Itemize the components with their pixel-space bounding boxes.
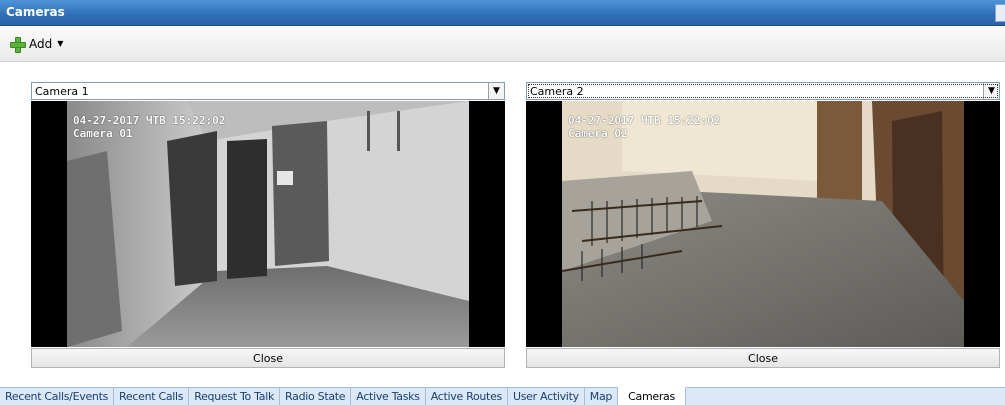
camera-video-1: 04-27-2017 ЧТВ 15:22:02 Camera 01 bbox=[31, 101, 505, 347]
bottom-tab-bar: Recent Calls/Events Recent Calls Request… bbox=[0, 387, 1005, 405]
camera-video-2: 04-27-2017 ЧТВ 15:22:02 Camera 02 bbox=[526, 101, 1000, 347]
tab-map[interactable]: Map bbox=[585, 388, 619, 405]
camera-select-value: Camera 2 bbox=[530, 84, 584, 98]
tab-user-activity[interactable]: User Activity bbox=[508, 388, 585, 405]
camera-select-value: Camera 1 bbox=[35, 84, 89, 98]
osd-camera-name: Camera 02 bbox=[568, 127, 628, 140]
camera-select-1[interactable]: Camera 1 ▼ bbox=[31, 82, 505, 100]
title-bar: Cameras bbox=[0, 0, 1005, 26]
tab-active-routes[interactable]: Active Routes bbox=[426, 388, 508, 405]
tab-request-to-talk[interactable]: Request To Talk bbox=[189, 388, 281, 405]
osd-timestamp: 04-27-2017 ЧТВ 15:22:02 bbox=[568, 114, 721, 127]
tab-cameras[interactable]: Cameras bbox=[618, 387, 686, 405]
camera-osd: 04-27-2017 ЧТВ 15:22:02 Camera 02 bbox=[568, 114, 720, 140]
tab-active-tasks[interactable]: Active Tasks bbox=[351, 388, 426, 405]
window-control-button[interactable] bbox=[995, 4, 1005, 22]
tab-recent-calls-events[interactable]: Recent Calls/Events bbox=[0, 388, 115, 405]
chevron-down-icon: ▼ bbox=[57, 39, 64, 48]
tab-recent-calls[interactable]: Recent Calls bbox=[114, 388, 190, 405]
tab-radio-state[interactable]: Radio State bbox=[280, 388, 352, 405]
add-button-label: Add bbox=[29, 37, 53, 51]
window-title: Cameras bbox=[6, 5, 65, 19]
camera-panel-1: Camera 1 ▼ 04-27-2017 ЧТВ 15:22:02 Camer… bbox=[31, 82, 505, 368]
dropdown-arrow-icon[interactable]: ▼ bbox=[488, 83, 504, 99]
add-button[interactable]: Add ▼ bbox=[10, 34, 63, 54]
close-button[interactable]: Close bbox=[31, 348, 505, 368]
osd-timestamp: 04-27-2017 ЧТВ 15:22:02 bbox=[73, 114, 226, 127]
camera-feed-image: 04-27-2017 ЧТВ 15:22:02 Camera 01 bbox=[67, 101, 469, 347]
plus-icon bbox=[10, 37, 26, 53]
camera-osd: 04-27-2017 ЧТВ 15:22:02 Camera 01 bbox=[73, 114, 225, 140]
osd-camera-name: Camera 01 bbox=[73, 127, 133, 140]
camera-feed-image: 04-27-2017 ЧТВ 15:22:02 Camera 02 bbox=[562, 101, 964, 347]
toolbar: Add ▼ bbox=[0, 26, 1005, 62]
camera-panel-2: Camera 2 ▼ 04-27-2017 ЧТВ 15:22:02 Camer… bbox=[526, 82, 1000, 368]
dropdown-arrow-icon[interactable]: ▼ bbox=[983, 83, 999, 99]
close-button[interactable]: Close bbox=[526, 348, 1000, 368]
camera-select-2[interactable]: Camera 2 ▼ bbox=[526, 82, 1000, 100]
